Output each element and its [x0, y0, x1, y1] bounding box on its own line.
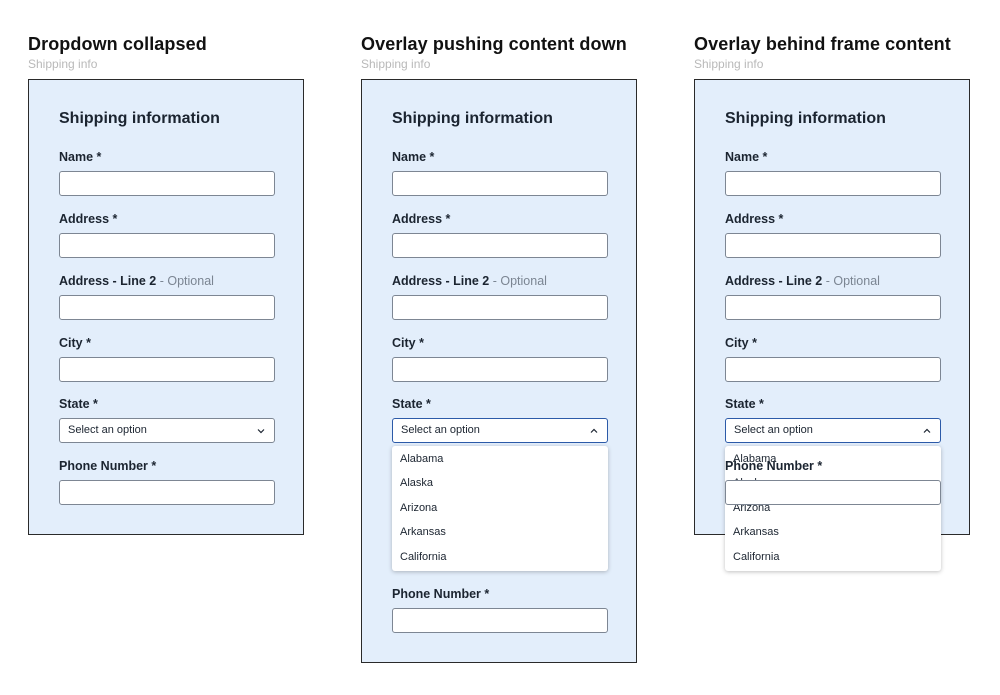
phone-label: Phone Number * — [392, 587, 490, 601]
dropdown-option[interactable]: Arkansas — [400, 526, 446, 538]
form-title: Shipping information — [59, 110, 220, 127]
optional-hint: - Optional — [825, 274, 880, 288]
state-select[interactable]: Select an option — [725, 418, 941, 443]
chevron-up-icon — [590, 428, 598, 433]
city-label: City * — [392, 336, 424, 350]
dropdown-option[interactable]: California — [733, 551, 779, 563]
address-line2-label-text: Address - Line 2 — [59, 274, 157, 288]
phone-input[interactable] — [725, 480, 941, 505]
name-label: Name * — [392, 150, 435, 164]
phone-input[interactable] — [392, 608, 608, 633]
address-label: Address * — [59, 212, 118, 226]
panel-title: Overlay behind frame content — [694, 34, 951, 54]
optional-hint: - Optional — [492, 274, 547, 288]
city-input[interactable] — [59, 357, 275, 382]
phone-input[interactable] — [59, 480, 275, 505]
form-frame: Shipping information Name * Address * Ad… — [28, 79, 304, 535]
address-line2-label: Address - Line 2 - Optional — [725, 274, 880, 288]
phone-label: Phone Number * — [59, 459, 157, 473]
optional-hint: - Optional — [159, 274, 214, 288]
panel-subtitle: Shipping info — [361, 57, 431, 71]
state-label: State * — [725, 397, 764, 411]
name-label: Name * — [59, 150, 102, 164]
address-line2-label-text: Address - Line 2 — [725, 274, 823, 288]
address-input[interactable] — [392, 233, 608, 258]
dropdown-option[interactable]: Arizona — [400, 502, 437, 514]
phone-label: Phone Number * — [725, 459, 823, 473]
name-label: Name * — [725, 150, 768, 164]
form-frame: Shipping information Name * Address * Ad… — [694, 79, 970, 571]
address-line2-input[interactable] — [59, 295, 275, 320]
form-frame: Shipping information Name * Address * Ad… — [361, 79, 637, 663]
city-label: City * — [725, 336, 757, 350]
address-line2-input[interactable] — [392, 295, 608, 320]
name-input[interactable] — [725, 171, 941, 196]
address-line2-label-text: Address - Line 2 — [392, 274, 490, 288]
address-input[interactable] — [725, 233, 941, 258]
form-title: Shipping information — [392, 110, 553, 127]
address-input[interactable] — [59, 233, 275, 258]
city-input[interactable] — [725, 357, 941, 382]
state-select[interactable]: Select an option — [59, 418, 275, 443]
address-line2-label: Address - Line 2 - Optional — [59, 274, 214, 288]
state-select-value: Select an option — [401, 424, 480, 436]
state-select-value: Select an option — [734, 424, 813, 436]
name-input[interactable] — [59, 171, 275, 196]
panel-subtitle: Shipping info — [694, 57, 764, 71]
panel-subtitle: Shipping info — [28, 57, 98, 71]
address-label: Address * — [392, 212, 451, 226]
state-label: State * — [59, 397, 98, 411]
address-line2-input[interactable] — [725, 295, 941, 320]
city-label: City * — [59, 336, 91, 350]
dropdown-option[interactable]: Alaska — [400, 477, 433, 489]
state-dropdown-list: Alabama Alaska Arizona Arkansas Californ… — [392, 446, 608, 571]
panel-title: Overlay pushing content down — [361, 34, 627, 54]
panel-title: Dropdown collapsed — [28, 34, 207, 54]
address-label: Address * — [725, 212, 784, 226]
form-title: Shipping information — [725, 110, 886, 127]
name-input[interactable] — [392, 171, 608, 196]
chevron-up-icon — [923, 428, 931, 433]
dropdown-option[interactable]: California — [400, 551, 446, 563]
state-select-value: Select an option — [68, 424, 147, 436]
state-label: State * — [392, 397, 431, 411]
dropdown-option[interactable]: Alabama — [400, 453, 443, 465]
chevron-down-icon — [257, 429, 265, 434]
address-line2-label: Address - Line 2 - Optional — [392, 274, 547, 288]
dropdown-option[interactable]: Arkansas — [733, 526, 779, 538]
city-input[interactable] — [392, 357, 608, 382]
state-select[interactable]: Select an option — [392, 418, 608, 443]
